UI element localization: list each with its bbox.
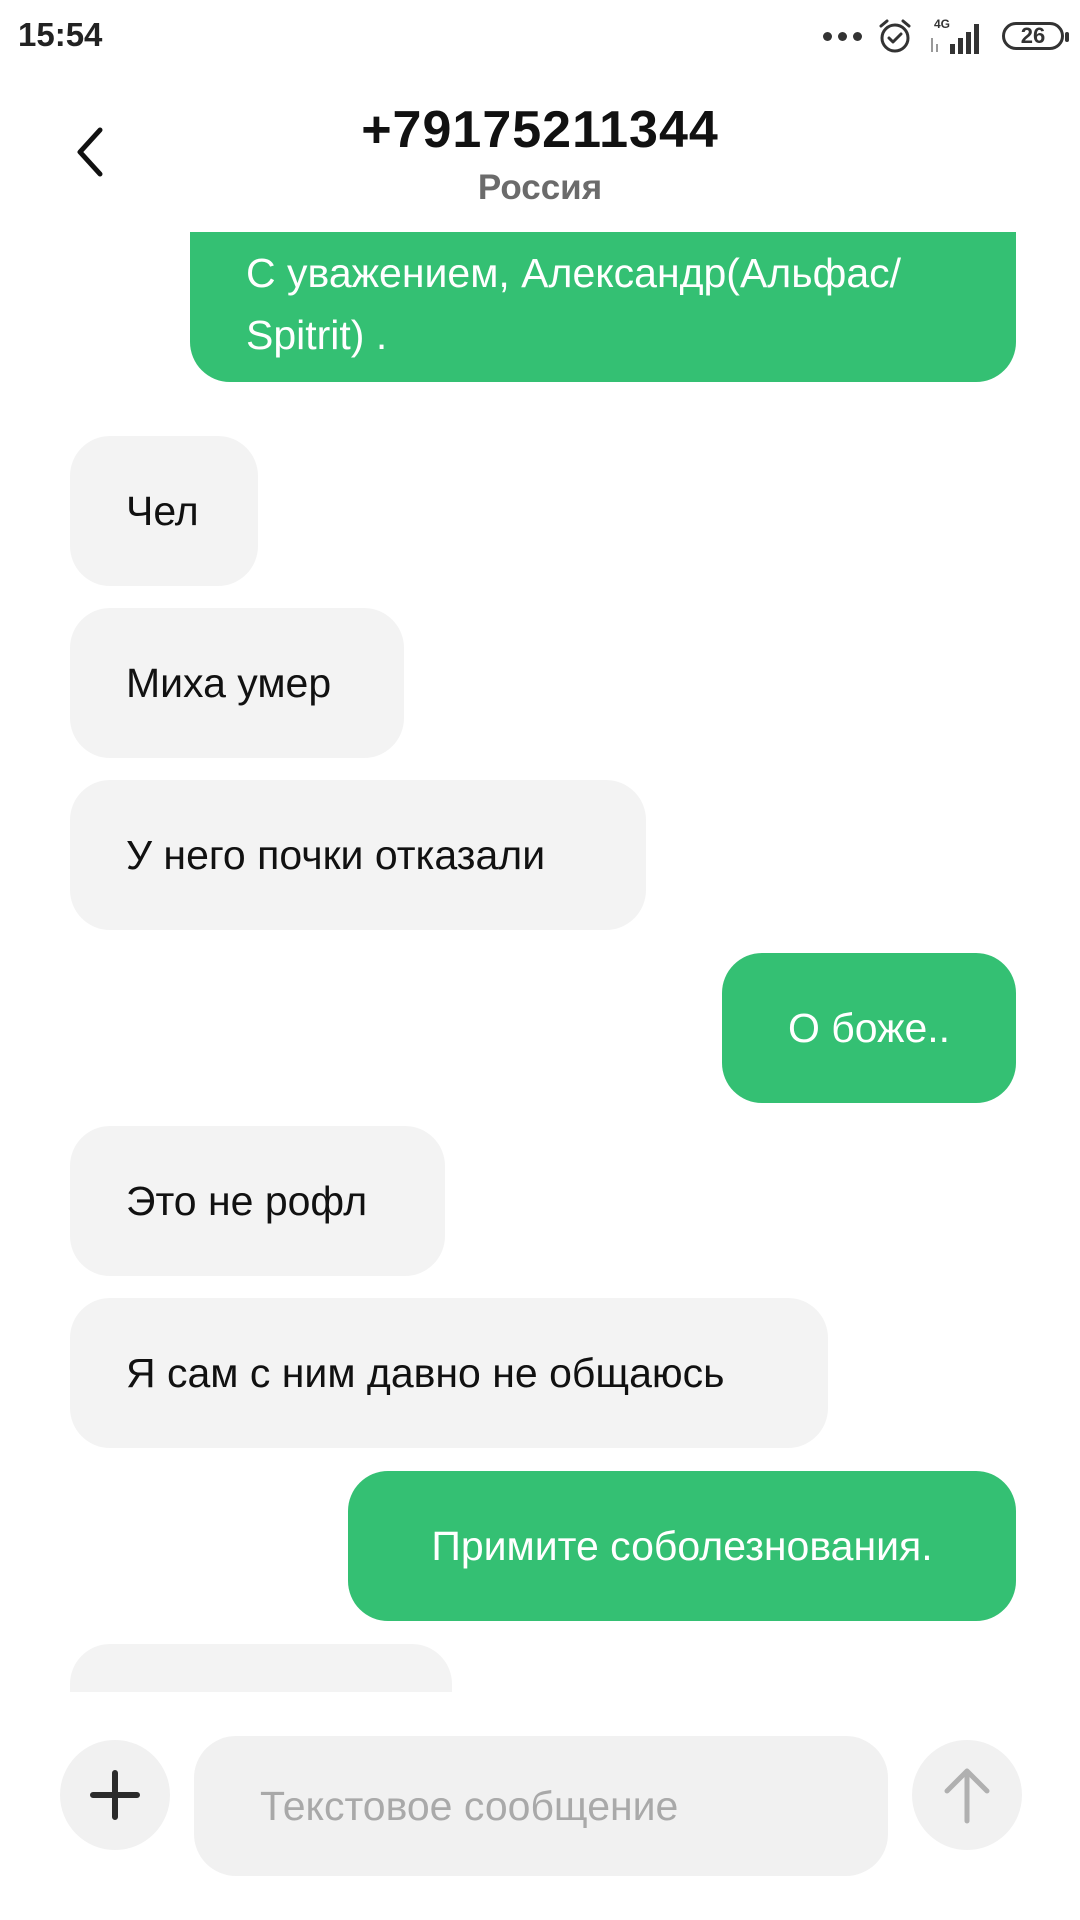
attach-button[interactable] <box>60 1740 170 1850</box>
message-text: Я сам с ним давно не общаюсь <box>126 1350 725 1396</box>
battery-icon: 26 <box>1002 22 1069 50</box>
message-text: Примите соболезнования. <box>431 1523 933 1569</box>
message-text: С уважением, Александр(Альфас/ Spitrit) … <box>246 250 902 358</box>
message-text: У него почки отказали <box>126 832 546 878</box>
message-bubble-outgoing[interactable]: Примите соболезнования. <box>348 1471 1016 1621</box>
plus-icon <box>90 1770 140 1820</box>
message-bubble-incoming[interactable]: Миха умер <box>70 608 404 758</box>
message-bubble-incoming[interactable]: Это не рофл <box>70 1126 445 1276</box>
more-dots-icon <box>823 31 862 41</box>
send-button[interactable] <box>912 1740 1022 1850</box>
message-input[interactable] <box>194 1736 888 1876</box>
message-list[interactable]: С уважением, Александр(Альфас/ Spitrit) … <box>0 232 1080 1692</box>
message-text: Это не рофл <box>126 1178 368 1224</box>
message-bubble-outgoing[interactable]: С уважением, Александр(Альфас/ Spitrit) … <box>190 232 1016 382</box>
message-bubble-incoming[interactable]: У него почки отказали <box>70 780 646 930</box>
message-bubble-incoming[interactable] <box>70 1644 452 1692</box>
contact-region: Россия <box>477 168 603 207</box>
status-time: 15:54 <box>18 16 103 53</box>
status-icons: 4G 26 <box>823 14 1069 58</box>
message-bubble-incoming[interactable]: Чел <box>70 436 258 586</box>
message-bubble-outgoing[interactable]: О боже.. <box>722 953 1016 1103</box>
contact-number: +79175211344 <box>361 101 719 159</box>
message-text: О боже.. <box>787 1005 951 1051</box>
message-bubble-incoming[interactable]: Я сам с ним давно не общаюсь <box>70 1298 828 1448</box>
battery-level: 26 <box>1020 23 1046 48</box>
message-text: Чел <box>126 488 199 534</box>
conversation-header: +79175211344 Россия <box>0 72 1080 232</box>
compose-bar <box>0 1692 1080 1920</box>
alarm-icon <box>879 19 911 53</box>
signal-icon: 4G <box>931 17 979 54</box>
message-text: Миха умер <box>126 660 332 706</box>
network-type-label: 4G <box>934 17 950 31</box>
arrow-up-icon <box>944 1768 990 1824</box>
status-bar: 15:54 4G 26 <box>0 0 1080 72</box>
